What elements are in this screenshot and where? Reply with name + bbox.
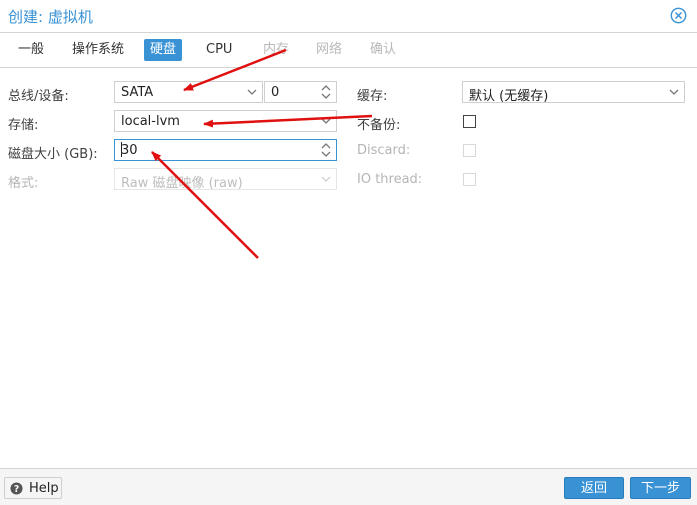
cache-select-value: 默认 (无缓存)	[469, 89, 549, 104]
tab-os[interactable]: 操作系统	[66, 39, 130, 61]
window-titlebar: 创建: 虚拟机	[0, 0, 697, 33]
tab-network: 网络	[316, 42, 343, 57]
bus-device-label: 总线/设备:	[8, 89, 69, 104]
help-button[interactable]: ? Help	[4, 477, 62, 499]
cache-label: 缓存:	[357, 89, 388, 104]
tab-confirm: 确认	[370, 42, 397, 57]
storage-label: 存储:	[8, 118, 39, 133]
device-number-value: 0	[271, 85, 280, 100]
bus-select-value: SATA	[121, 85, 154, 100]
window-title: 创建: 虚拟机	[8, 8, 93, 26]
tab-disk[interactable]: 硬盘	[144, 39, 183, 61]
close-icon[interactable]	[670, 7, 687, 24]
discard-checkbox	[463, 144, 476, 157]
no-backup-label: 不备份:	[357, 118, 401, 133]
chevron-down-icon	[321, 176, 331, 182]
svg-text:?: ?	[14, 484, 19, 495]
cache-select[interactable]: 默认 (无缓存)	[462, 81, 685, 104]
spinner-up-down-icon[interactable]	[316, 82, 336, 102]
help-button-label: Help	[29, 481, 59, 496]
disk-size-input[interactable]: 30	[114, 139, 337, 161]
back-button[interactable]: 返回	[564, 477, 624, 499]
tab-memory: 内存	[263, 42, 290, 57]
spinner-up-down-icon[interactable]	[316, 140, 336, 160]
tab-general[interactable]: 一般	[12, 39, 50, 61]
tab-cpu[interactable]: CPU	[200, 39, 238, 61]
chevron-down-icon[interactable]	[242, 82, 262, 102]
wizard-footer: ? Help 返回 下一步	[0, 468, 697, 505]
storage-select-value: local-lvm	[121, 114, 180, 129]
next-button[interactable]: 下一步	[630, 477, 691, 499]
chevron-down-icon[interactable]	[316, 111, 336, 131]
question-circle-icon: ?	[10, 482, 23, 495]
discard-label: Discard:	[357, 143, 411, 158]
io-thread-checkbox	[463, 173, 476, 186]
format-select: Raw 磁盘映像 (raw)	[114, 168, 337, 191]
disk-size-label: 磁盘大小 (GB):	[8, 147, 98, 162]
bus-select[interactable]: SATA	[114, 81, 263, 103]
chevron-down-icon[interactable]	[664, 82, 684, 102]
format-select-value: Raw 磁盘映像 (raw)	[121, 176, 243, 191]
storage-select[interactable]: local-lvm	[114, 110, 337, 132]
device-number-stepper[interactable]: 0	[264, 81, 337, 103]
format-label: 格式:	[8, 176, 39, 191]
io-thread-label: IO thread:	[357, 172, 423, 187]
text-cursor	[121, 142, 122, 157]
wizard-tab-bar: 一般 操作系统 硬盘 CPU 内存 网络 确认	[0, 33, 697, 68]
disk-size-value: 30	[121, 143, 138, 158]
disk-form-panel: 总线/设备: SATA 0 缓存: 默认 (无缓存) 存储: local-lvm…	[0, 68, 697, 468]
no-backup-checkbox[interactable]	[463, 115, 476, 128]
